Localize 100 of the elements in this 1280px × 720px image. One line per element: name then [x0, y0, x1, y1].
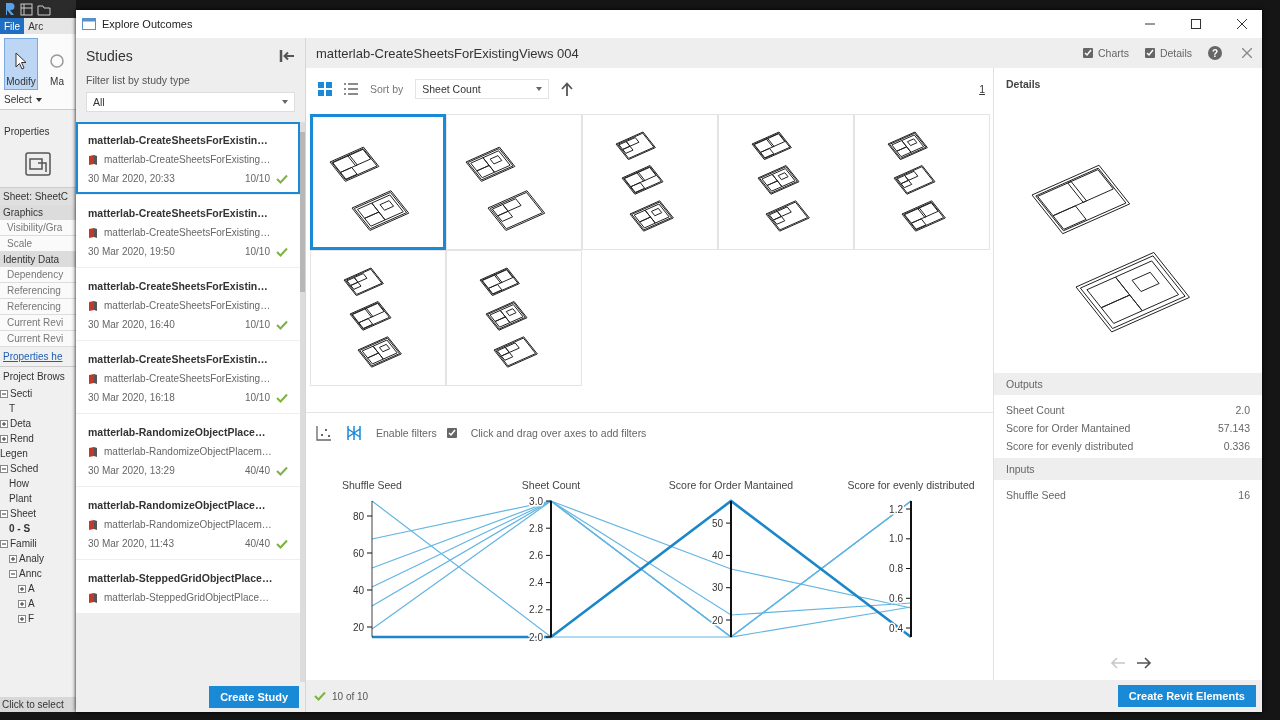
page-link[interactable]: 1 — [979, 83, 985, 95]
expand-icon[interactable] — [0, 434, 8, 443]
tree-item[interactable]: A — [28, 598, 35, 609]
study-title: matterlab-CreateSheetsForExistin… — [88, 280, 269, 292]
expand-icon[interactable] — [9, 554, 17, 563]
output-value: 0.336 — [1223, 440, 1250, 452]
output-value: 57.143 — [1217, 422, 1250, 434]
check-icon — [276, 319, 288, 330]
section-header: Outputs — [994, 373, 1262, 395]
book-icon — [88, 373, 98, 384]
study-card[interactable]: matterlab-SteppedGridObjectPlace… matterlab-SteppedGridObjectPlace… — [76, 560, 300, 613]
tree-item[interactable]: A — [28, 583, 35, 594]
output-label: Score for evenly distributed — [1006, 440, 1134, 452]
expand-icon[interactable] — [18, 614, 26, 623]
create-study-button[interactable]: Create Study — [209, 686, 299, 708]
folder-icon[interactable] — [37, 2, 51, 16]
type-selector[interactable]: Sheet: SheetC — [0, 188, 76, 205]
expand-icon[interactable] — [18, 599, 26, 608]
tree-item[interactable]: Plant — [9, 493, 32, 504]
collapse-panel-icon[interactable] — [279, 49, 295, 63]
tick-label: 3.0 — [529, 495, 543, 507]
property-row: Referencing — [0, 299, 76, 315]
collapse-icon[interactable] — [0, 389, 8, 398]
ribbon-tab[interactable]: File — [0, 18, 25, 34]
scatter-plot-button[interactable] — [316, 425, 332, 441]
list-view-button[interactable] — [344, 82, 358, 96]
output-label: Score for Order Mantained — [1006, 422, 1131, 434]
study-subtitle: matterlab-CreateSheetsForExisting… — [104, 154, 271, 165]
sort-dropdown[interactable]: Sheet Count — [415, 79, 550, 99]
tree-item[interactable]: Secti — [10, 388, 33, 399]
tick-label: 20 — [352, 621, 364, 633]
help-button[interactable]: ? — [1208, 46, 1222, 60]
collapse-icon[interactable] — [0, 464, 8, 473]
study-count: 40/40 — [244, 465, 270, 476]
property-group: Identity Data — [0, 252, 76, 267]
tick-label: 2.8 — [529, 522, 543, 534]
ribbon-tab[interactable]: Arc — [24, 18, 48, 34]
outcome-thumbnail[interactable] — [310, 114, 446, 250]
help-link[interactable]: Properties he — [0, 347, 76, 366]
tree-item[interactable]: Rend — [10, 433, 34, 444]
filter-dropdown[interactable]: All — [86, 92, 295, 112]
tree-item[interactable]: Legen — [0, 448, 28, 459]
tree-item[interactable]: Analy — [19, 553, 44, 564]
input-label: Shuffle Seed — [1006, 489, 1066, 501]
parallel-coordinates-button[interactable] — [346, 425, 362, 441]
collapse-icon[interactable] — [9, 569, 17, 578]
study-card[interactable]: matterlab-CreateSheetsForExistin… matterlab-CreateSheetsForExisting… 30 Mar 2020, 16:40 10/10 — [76, 268, 300, 340]
caret-icon — [35, 97, 42, 102]
tree-item[interactable]: T — [9, 403, 16, 414]
document-icon[interactable] — [20, 2, 33, 16]
tree-item[interactable]: 0 - S — [9, 523, 31, 534]
property-group: Graphics — [0, 205, 76, 220]
next-button[interactable] — [1136, 656, 1152, 670]
property-row: Visibility/Gra — [0, 220, 76, 236]
study-count: 10/10 — [244, 246, 270, 257]
tree-item[interactable]: Deta — [10, 418, 32, 429]
chart-axis[interactable] — [725, 500, 732, 638]
checkbox[interactable] — [446, 428, 457, 438]
study-card[interactable]: matterlab-RandomizeObjectPlace… matterlab-RandomizeObjectPlacem… 30 Mar 2020, 11:43 40/40 — [76, 487, 300, 559]
tree-item[interactable]: Sched — [10, 463, 39, 474]
collapse-icon[interactable] — [0, 509, 8, 518]
create-revit-elements-button[interactable]: Create Revit Elements — [1117, 685, 1256, 707]
tick-label: 40 — [711, 549, 723, 561]
checkbox[interactable] — [1082, 48, 1093, 58]
caret-icon — [536, 87, 543, 91]
study-date: 30 Mar 2020, 19:50 — [88, 246, 176, 257]
tree-item[interactable]: Annc — [19, 568, 42, 579]
scrollbar[interactable] — [300, 122, 305, 682]
close-icon[interactable] — [1242, 48, 1252, 58]
checkbox[interactable] — [1144, 48, 1155, 58]
study-count: 10/10 — [244, 173, 270, 184]
expand-icon[interactable] — [18, 584, 26, 593]
tree-item[interactable]: Famili — [10, 538, 37, 549]
study-card[interactable]: matterlab-CreateSheetsForExistin… matterlab-CreateSheetsForExisting… 30 Mar 2020, 16:18 10/10 — [76, 341, 300, 413]
property-row: Current Revi — [0, 331, 76, 347]
grid-view-button[interactable] — [318, 82, 332, 96]
tree-item[interactable]: Sheet — [10, 508, 37, 519]
chart-axis[interactable] — [545, 500, 552, 638]
property-row: Scale — [0, 236, 76, 252]
study-card[interactable]: matterlab-RandomizeObjectPlace… matterlab-RandomizeObjectPlacem… 30 Mar 2020, 13:29 40/40 — [76, 414, 300, 486]
study-title: matterlab-CreateSheetsForExistin… — [88, 134, 269, 146]
tree-item[interactable]: F — [28, 613, 35, 624]
cursor-icon — [14, 52, 28, 70]
maximize-icon — [1191, 19, 1201, 29]
tick-label: 1.0 — [889, 533, 903, 545]
study-title: matterlab-SteppedGridObjectPlace… — [88, 572, 274, 584]
study-subtitle: matterlab-RandomizeObjectPlacem… — [104, 519, 272, 530]
chart-axis[interactable] — [905, 500, 912, 638]
tool-icon — [50, 52, 64, 70]
ribbon-tool[interactable]: Ma — [40, 38, 74, 90]
tree-item[interactable]: How — [9, 478, 29, 489]
ribbon-tool[interactable]: Modify — [4, 38, 38, 90]
collapse-icon[interactable] — [0, 539, 8, 548]
property-row: Dependency — [0, 267, 76, 283]
study-card[interactable]: matterlab-CreateSheetsForExistin… matterlab-CreateSheetsForExisting… 30 Mar 2020, 20:33 10/10 — [76, 122, 300, 194]
book-icon — [88, 519, 98, 530]
check-icon — [276, 173, 288, 184]
study-card[interactable]: matterlab-CreateSheetsForExistin… matterlab-CreateSheetsForExisting… 30 Mar 2020, 19:50 10/10 — [76, 195, 300, 267]
expand-icon[interactable] — [0, 419, 8, 428]
sort-ascending-icon[interactable] — [561, 82, 574, 96]
